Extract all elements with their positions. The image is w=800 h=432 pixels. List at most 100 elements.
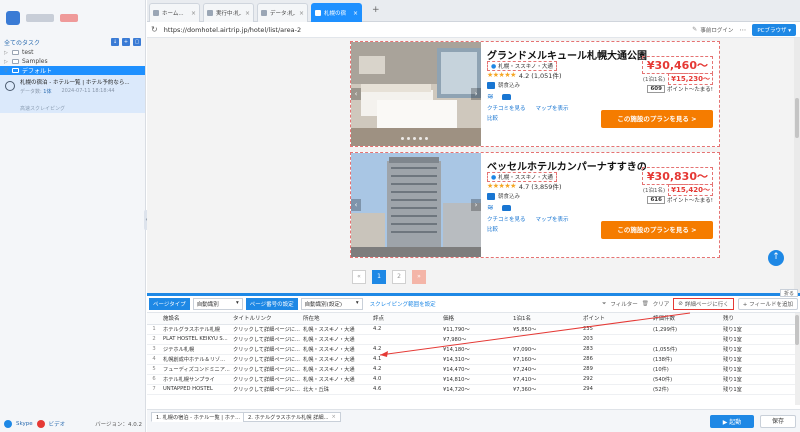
close-icon[interactable]: ×	[353, 10, 358, 17]
next-photo-icon[interactable]: ›	[471, 199, 481, 211]
col-score[interactable]: 評点	[371, 313, 441, 325]
video-icon	[36, 420, 45, 428]
step-tab-list[interactable]: 1. 札幌の宿泊 - ホテル一覧 | ホテ...	[151, 412, 246, 422]
view-plans-button[interactable]: この施設のプランを見る >	[601, 221, 713, 239]
dot-icon[interactable]	[419, 137, 422, 140]
prev-photo-icon[interactable]: ‹	[351, 199, 361, 211]
save-button[interactable]: 保存	[760, 415, 796, 428]
dot-icon[interactable]	[413, 137, 416, 140]
table-row[interactable]: 4 札幌創成中ホテル＆リゾ... クリックして詳細ページに... 札幌・ススキノ・大通…	[147, 354, 800, 365]
expand-icon[interactable]: ▷	[4, 50, 9, 56]
hotel-points: 609 ポイント～たまる!	[647, 85, 713, 93]
all-tasks-label[interactable]: 全てのタスク	[4, 38, 40, 47]
data-count-value[interactable]: 1体	[43, 89, 51, 95]
clear-button[interactable]: クリア	[653, 300, 670, 308]
compare-checkbox[interactable]: 比較	[487, 114, 498, 122]
table-row[interactable]: 2 PLAT HOSTEL KEIKYU S... クリックして詳細ページに... 札…	[147, 334, 800, 345]
scrollbar-thumb[interactable]	[795, 98, 799, 138]
table-row[interactable]: 3 ジテホル札幌 クリックして詳細ページに... 札幌・ススキノ・大通 4.2 ¥14,1…	[147, 344, 800, 355]
page-2-button[interactable]: 2	[392, 270, 406, 284]
col-title-link[interactable]: タイトルリンク	[231, 313, 301, 325]
download-icon[interactable]: ↓	[111, 38, 119, 46]
hotel-photo[interactable]: ‹ ›	[351, 153, 481, 257]
close-icon[interactable]: ×	[245, 10, 250, 17]
tab-home[interactable]: ホーム... ×	[149, 3, 200, 22]
scroll-top-icon[interactable]: ↑	[768, 250, 784, 266]
table-row[interactable]: 6 ホテル札幌サンプライ クリックして詳細ページに... 札幌・ススキノ・大通 4.0 ¥…	[147, 374, 800, 385]
run-button[interactable]: ▶ 起動	[710, 415, 754, 428]
paging-select[interactable]: 自動識別(設定) ▾	[300, 298, 363, 310]
title-link-cell[interactable]: クリックして詳細ページに...	[231, 374, 301, 385]
hotel-card[interactable]: ‹ › ベッセルホテルカンパーナすすきの ● 札幌・ススキノ・大通 ★★★★★ …	[350, 152, 720, 258]
col-hotel-name[interactable]: 施設名	[161, 313, 231, 325]
prev-page-button[interactable]: «	[352, 270, 366, 284]
title-link-cell[interactable]: クリックして詳細ページに...	[231, 384, 301, 395]
close-icon[interactable]: ×	[191, 10, 196, 17]
collapse-icon[interactable]: ▽	[4, 68, 9, 74]
reviews-link[interactable]: クチコミを見る	[487, 104, 526, 112]
prev-photo-icon[interactable]: ‹	[351, 88, 361, 100]
next-photo-icon[interactable]: ›	[471, 88, 481, 100]
wifi-icon: ≋	[487, 203, 494, 212]
table-row[interactable]: 7 UNTAPPED HOSTEL クリックして詳細ページに... 北大・丘珠 4.6 ¥…	[147, 384, 800, 395]
new-task-icon[interactable]: +	[122, 38, 130, 46]
dot-icon[interactable]	[401, 137, 404, 140]
title-link-cell[interactable]: クリックして詳細ページに...	[231, 364, 301, 375]
col-remaining[interactable]: 残り	[721, 313, 800, 325]
map-link[interactable]: マップを表示	[536, 215, 569, 223]
tab-data[interactable]: データ:札... ×	[257, 3, 308, 22]
url-field[interactable]: https://domhotel.airtrip.jp/hotel/list/a…	[164, 26, 687, 34]
title-link-cell[interactable]: クリックして詳細ページに...	[231, 334, 301, 345]
new-tab-button[interactable]: +	[372, 5, 380, 15]
scrape-range-link[interactable]: スクレイピング範囲を設定	[370, 300, 436, 308]
title-link-cell[interactable]: クリックして詳細ページに...	[231, 324, 301, 335]
close-icon[interactable]: ×	[332, 414, 336, 420]
expand-icon[interactable]: ▷	[4, 59, 9, 65]
table-scrollbar[interactable]	[795, 313, 800, 405]
hotel-card[interactable]: ‹ › グランドメルキュール札幌大通公園 ● 札幌・ススキノ・大通 ★★★★★ …	[350, 41, 720, 147]
title-link-cell[interactable]: クリックして詳細ページに...	[231, 354, 301, 365]
hotel-photo[interactable]: ‹ ›	[351, 42, 481, 146]
col-points[interactable]: ポイント	[581, 313, 651, 325]
map-link[interactable]: マップを表示	[536, 104, 569, 112]
close-icon[interactable]: ×	[299, 10, 304, 17]
col-per-person[interactable]: 1泊1名	[511, 313, 581, 325]
tab-running[interactable]: 実行中:札... ×	[203, 3, 254, 22]
tree-item-test[interactable]: ▷ test	[0, 48, 145, 57]
table-row[interactable]: 1 ホテルグラスホテル札幌 クリックして詳細ページに... 札幌・ススキノ・大通 4.2…	[147, 324, 800, 335]
skype-link[interactable]: Skype	[16, 421, 33, 427]
tree-item-samples[interactable]: ▷ Samples	[0, 57, 145, 66]
account-header	[0, 0, 145, 36]
page-scrollbar[interactable]	[794, 38, 800, 293]
new-folder-icon[interactable]: ▢	[133, 38, 141, 46]
pre-login-button[interactable]: ✎ 事前ログイン	[692, 26, 733, 34]
pc-browser-button[interactable]: PCブラウザ ▾	[752, 23, 796, 36]
page-1-button[interactable]: 1	[372, 270, 386, 284]
task-item[interactable]: 札幌の宿泊 - ホテル一覧 | ホテル予約なら... データ数: 1体 2024…	[0, 75, 145, 103]
reload-icon[interactable]: ↻	[151, 25, 158, 34]
filter-button[interactable]: フィルター	[610, 300, 637, 308]
title-link-cell[interactable]: クリックして詳細ページに...	[231, 344, 301, 355]
step-tab-detail[interactable]: 2. ホテルグラスホテル札幌 詳細... ×	[243, 412, 341, 422]
scrollbar-thumb[interactable]	[795, 315, 799, 345]
compare-checkbox[interactable]: 比較	[487, 225, 498, 233]
dot-icon[interactable]	[407, 137, 410, 140]
goto-detail-button[interactable]: ⊘ 詳細ページに行く	[673, 298, 734, 310]
video-link[interactable]: ビデオ	[49, 420, 66, 428]
reviews-link[interactable]: クチコミを見る	[487, 215, 526, 223]
tree-item-default[interactable]: ▽ デフォルト	[0, 66, 145, 75]
view-plans-button[interactable]: この施設のプランを見る >	[601, 110, 713, 128]
col-price[interactable]: 価格	[441, 313, 511, 325]
hotel-name[interactable]: ベッセルホテルカンパーナすすきの	[487, 158, 647, 173]
col-review-count[interactable]: 評価件数	[651, 313, 721, 325]
more-icon[interactable]: ⋯	[739, 26, 746, 34]
page-type-select[interactable]: 自動識別 ▾	[192, 298, 243, 310]
fold-button[interactable]: 折る	[779, 289, 798, 297]
col-address[interactable]: 所在地	[301, 313, 371, 325]
dot-icon[interactable]	[425, 137, 428, 140]
next-page-button[interactable]: »	[412, 270, 426, 284]
hotel-name[interactable]: グランドメルキュール札幌大通公園	[487, 47, 647, 62]
add-field-button[interactable]: + フィールドを追加	[737, 298, 798, 310]
table-row[interactable]: 5 フューディズコンドミニア... クリックして詳細ページに... 札幌・ススキノ・大…	[147, 364, 800, 375]
tab-sapporo[interactable]: 札幌の宿 ×	[311, 3, 362, 22]
